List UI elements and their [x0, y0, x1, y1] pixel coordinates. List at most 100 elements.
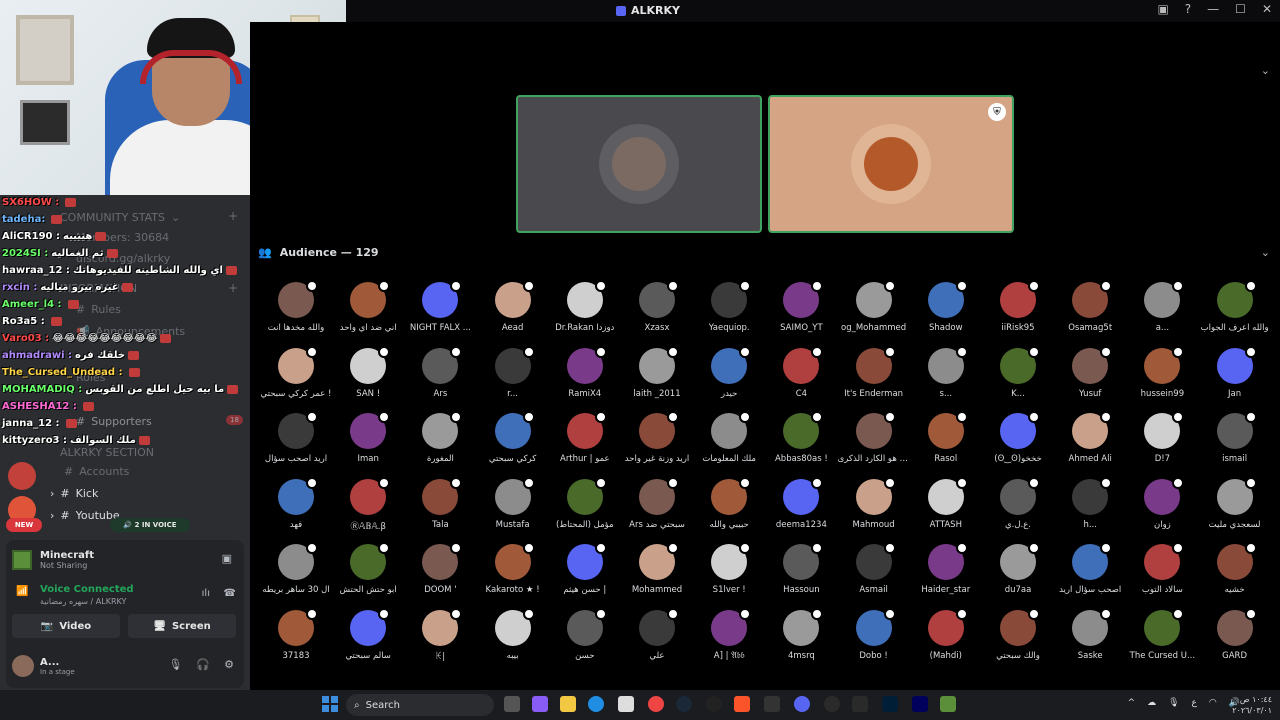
- audience-member[interactable]: Saske: [1054, 607, 1126, 672]
- microphone-icon[interactable]: 🎙: [168, 658, 182, 671]
- audience-member[interactable]: ꀘ|: [404, 607, 476, 672]
- audience-member[interactable]: It's Enderman: [838, 345, 910, 410]
- avatar[interactable]: [12, 655, 34, 677]
- brave-icon[interactable]: [734, 696, 750, 712]
- audience-member[interactable]: اصحب سؤال اريد: [1054, 542, 1126, 606]
- microphone-icon[interactable]: 🎙: [1168, 698, 1179, 708]
- audience-member[interactable]: Ahmed Ali: [1054, 411, 1126, 475]
- audience-member[interactable]: Arthur | عمو: [549, 411, 621, 475]
- audience-member[interactable]: 37183: [260, 607, 332, 672]
- audience-member[interactable]: Mohammed: [621, 542, 693, 606]
- audience-member[interactable]: زوان: [1126, 476, 1198, 541]
- inbox-icon[interactable]: ▣: [1157, 2, 1168, 16]
- audience-member[interactable]: Asmail: [838, 542, 910, 606]
- audience-member[interactable]: C4: [765, 345, 837, 410]
- speaker-tile[interactable]: [516, 95, 762, 233]
- audience-member[interactable]: عمر كركي سبحتي !: [260, 345, 332, 410]
- task-view-icon[interactable]: [504, 696, 520, 712]
- audience-member[interactable]: Hassoun: [765, 542, 837, 606]
- channel-accounts[interactable]: # Accounts: [64, 465, 129, 478]
- audience-member[interactable]: فهد: [260, 476, 332, 541]
- audience-member[interactable]: المغورة: [404, 411, 476, 475]
- chevron-down-icon[interactable]: ⌄: [1261, 64, 1270, 77]
- audience-member[interactable]: والك سبحتي: [982, 607, 1054, 672]
- minecraft-icon[interactable]: [940, 696, 956, 712]
- close-button[interactable]: ✕: [1262, 2, 1272, 16]
- photoshop-icon[interactable]: [882, 696, 898, 712]
- audience-member[interactable]: سالاد التوب: [1126, 542, 1198, 606]
- audience-member[interactable]: ismail: [1199, 411, 1271, 475]
- audience-member[interactable]: s...: [910, 345, 982, 410]
- audience-member[interactable]: iiRisk95: [982, 282, 1054, 344]
- audience-member[interactable]: ع.ل.ي.: [982, 476, 1054, 541]
- audience-member[interactable]: حبيبي والله: [693, 476, 765, 541]
- audience-member[interactable]: مؤمل (المحتاط): [549, 476, 621, 541]
- audience-member[interactable]: لسعجدي مليت: [1199, 476, 1271, 541]
- audience-member[interactable]: Dr.Rakan دوزدا: [549, 282, 621, 344]
- audience-member[interactable]: The Cursed U...: [1126, 607, 1198, 672]
- cloud-icon[interactable]: ☁: [1147, 698, 1156, 708]
- audience-member[interactable]: والله اعرف الجواب: [1199, 282, 1271, 344]
- maximize-button[interactable]: ☐: [1235, 2, 1246, 16]
- audience-member[interactable]: Yaequiop.: [693, 282, 765, 344]
- audience-member[interactable]: Aead: [477, 282, 549, 344]
- audience-member[interactable]: DOOM ': [404, 542, 476, 606]
- taskbar-search[interactable]: ⌕ Search: [346, 694, 494, 716]
- audience-member[interactable]: Xzasx: [621, 282, 693, 344]
- noise-suppression-icon[interactable]: ılı: [202, 588, 210, 599]
- audience-member[interactable]: Dobo !: [838, 607, 910, 672]
- audience-member[interactable]: علي: [621, 607, 693, 672]
- minimize-button[interactable]: —: [1207, 2, 1219, 16]
- audience-member[interactable]: h...: [1054, 476, 1126, 541]
- audience-member[interactable]: SAN !: [332, 345, 404, 410]
- audience-member[interactable]: NIGHT FALX ...: [404, 282, 476, 344]
- audience-member[interactable]: ملك المعلومات: [693, 411, 765, 475]
- speaker-tile[interactable]: ⛨: [768, 95, 1014, 233]
- audience-member[interactable]: Yusuf: [1054, 345, 1126, 410]
- steam-icon[interactable]: [676, 696, 692, 712]
- audience-member[interactable]: Haider_star: [910, 542, 982, 606]
- audience-member[interactable]: laith _2011: [621, 345, 693, 410]
- audience-member[interactable]: S1lver !: [693, 542, 765, 606]
- channel-youtube[interactable]: › # Youtube: [50, 509, 120, 522]
- audience-member[interactable]: ATTASH: [910, 476, 982, 541]
- audience-member[interactable]: Tala: [404, 476, 476, 541]
- obs-icon[interactable]: [706, 696, 722, 712]
- audience-member[interactable]: K...: [982, 345, 1054, 410]
- capcut-icon[interactable]: [764, 696, 780, 712]
- audience-member[interactable]: Kakaroto ★ !: [477, 542, 549, 606]
- audience-member[interactable]: Rasol: [910, 411, 982, 475]
- audience-member[interactable]: سالم سبحتي: [332, 607, 404, 672]
- audience-member[interactable]: Abbas80as !: [765, 411, 837, 475]
- audience-member[interactable]: (Mahdi): [910, 607, 982, 672]
- audience-member[interactable]: حسن: [549, 607, 621, 672]
- chevron-up-icon[interactable]: ^: [1128, 698, 1136, 708]
- audience-member[interactable]: اني ضد اي واحد: [332, 282, 404, 344]
- audience-member[interactable]: SAIMO_YT: [765, 282, 837, 344]
- wifi-icon[interactable]: ◠: [1209, 698, 1217, 708]
- audience-member[interactable]: deema1234: [765, 476, 837, 541]
- screen-share-icon[interactable]: ▣: [222, 552, 232, 565]
- chrome-icon[interactable]: [648, 696, 664, 712]
- copilot-icon[interactable]: [532, 696, 548, 712]
- audience-member[interactable]: خشيه: [1199, 542, 1271, 606]
- audience-member[interactable]: Ars سبحتي ضد: [621, 476, 693, 541]
- edge-icon[interactable]: [588, 696, 604, 712]
- audience-member[interactable]: اريد وزنة غير واحد: [621, 411, 693, 475]
- gear-icon[interactable]: ⚙: [224, 658, 234, 671]
- windows-start-icon[interactable]: [322, 696, 338, 712]
- audience-member[interactable]: ال 30 ساهر بريطه: [260, 542, 332, 606]
- audience-member[interactable]: A] | 𝔄𝔟𝔟: [693, 607, 765, 672]
- screen-button[interactable]: 🖥 Screen: [128, 614, 236, 638]
- audience-member[interactable]: ابو حتش الحتش: [332, 542, 404, 606]
- audience-member[interactable]: Jan: [1199, 345, 1271, 410]
- audience-member[interactable]: hussein99: [1126, 345, 1198, 410]
- audience-member[interactable]: كركي سبحتي: [477, 411, 549, 475]
- audience-member[interactable]: du7aa: [982, 542, 1054, 606]
- server-icon[interactable]: [8, 462, 36, 490]
- help-icon[interactable]: ?: [1185, 2, 1191, 16]
- audience-member[interactable]: والله مخدها انت: [260, 282, 332, 344]
- audience-member[interactable]: اريد اصحب سؤال: [260, 411, 332, 475]
- audience-member[interactable]: og_Mohammed: [838, 282, 910, 344]
- audience-member[interactable]: بيبه: [477, 607, 549, 672]
